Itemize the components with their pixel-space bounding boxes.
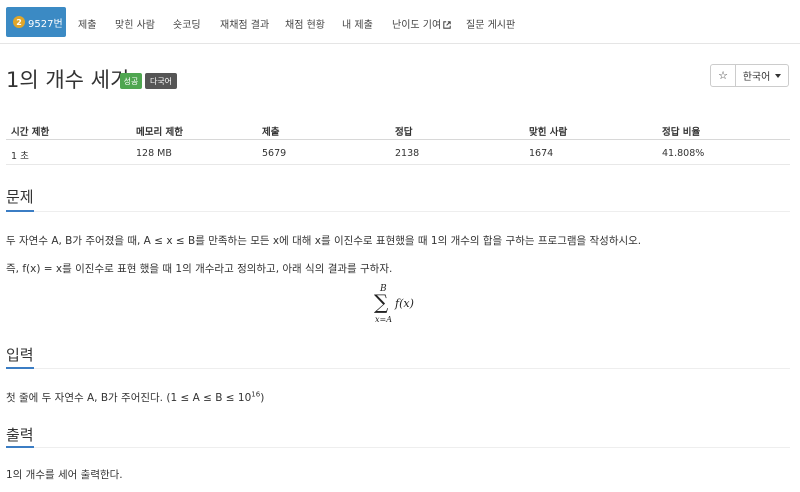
table-cell-accepted: 2138	[395, 148, 420, 159]
table-cell-solved-users: 1674	[529, 148, 554, 159]
section-accent	[6, 446, 34, 448]
section-divider	[6, 368, 790, 369]
section-divider	[6, 211, 790, 212]
language-label: 한국어	[742, 72, 771, 83]
problem-title: 1의 개수 세기	[6, 68, 130, 92]
problem-text-line-1: 두 자연수 A, B가 주어졌을 때, A ≤ x ≤ B를 만족하는 모든 x…	[6, 235, 642, 247]
table-bottom-divider	[6, 164, 790, 165]
tab-difficulty-label: 난이도 기여	[392, 20, 442, 31]
section-title-output: 출력	[6, 426, 34, 444]
table-cell-memory-limit: 128 MB	[136, 148, 172, 159]
table-cell-submissions: 5679	[262, 148, 287, 159]
tab-my-submissions[interactable]: 내 제출	[342, 16, 373, 31]
tab-question-board[interactable]: 질문 게시판	[466, 16, 515, 31]
tab-short-coding[interactable]: 숏코딩	[173, 16, 201, 31]
table-header-divider	[6, 139, 790, 140]
formula-lower-bound: x=A	[375, 315, 392, 324]
status-badge-success: 성공	[120, 73, 142, 89]
tab-problem-number[interactable]: 2 9527번	[6, 7, 66, 37]
status-badge-multilingual: 다국어	[145, 73, 177, 89]
sigma-symbol: ∑	[374, 290, 389, 314]
tab-submit[interactable]: 제출	[78, 16, 96, 31]
table-header-submissions: 제출	[262, 127, 280, 138]
table-cell-accept-rate: 41.808%	[662, 148, 705, 159]
table-header-solved-users: 맞힌 사람	[529, 127, 568, 138]
tab-judge-status[interactable]: 채점 현황	[285, 16, 325, 31]
star-button[interactable]: ☆	[710, 64, 736, 87]
table-header-memory-limit: 메모리 제한	[136, 127, 184, 138]
input-text: 첫 줄에 두 자연수 A, B가 주어진다. (1 ≤ A ≤ B ≤ 1016…	[6, 390, 264, 405]
table-header-time-limit: 시간 제한	[11, 127, 50, 138]
tab-problem-number-label: 9527번	[28, 18, 63, 30]
input-exponent: 16	[251, 390, 261, 399]
table-header-accept-rate: 정답 비율	[662, 127, 701, 138]
table-cell-time-limit: 1 초	[11, 151, 29, 162]
input-text-main: 첫 줄에 두 자연수 A, B가 주어진다. (1 ≤ A ≤ B ≤ 10	[6, 392, 252, 404]
section-accent	[6, 210, 34, 212]
section-title-input: 입력	[6, 346, 34, 364]
output-text: 1의 개수를 세어 출력한다.	[6, 469, 123, 481]
section-divider	[6, 447, 790, 448]
input-text-close: )	[260, 392, 265, 404]
problem-text-line-2: 즉, f(x) = x를 이진수로 표현 했을 때 1의 개수라고 정의하고, …	[6, 263, 393, 275]
external-link-icon	[443, 21, 451, 29]
summation-formula: B ∑ x=A f(x)	[372, 284, 432, 326]
section-accent	[6, 367, 34, 369]
tab-solved-users[interactable]: 맞힌 사람	[115, 16, 155, 31]
top-nav: 2 9527번 제출 맞힌 사람 숏코딩 재채점 결과 채점 현황 내 제출 난…	[0, 0, 800, 44]
caret-down-icon	[775, 73, 782, 78]
section-title-problem: 문제	[6, 188, 34, 206]
medal-icon: 2	[13, 16, 25, 28]
tab-rejudge-results[interactable]: 재채점 결과	[220, 16, 269, 31]
language-dropdown[interactable]: 한국어	[735, 64, 789, 87]
tab-difficulty-contribution[interactable]: 난이도 기여	[392, 16, 451, 31]
table-header-accepted: 정답	[395, 127, 413, 138]
star-icon: ☆	[718, 69, 728, 82]
formula-expression: f(x)	[395, 297, 414, 310]
